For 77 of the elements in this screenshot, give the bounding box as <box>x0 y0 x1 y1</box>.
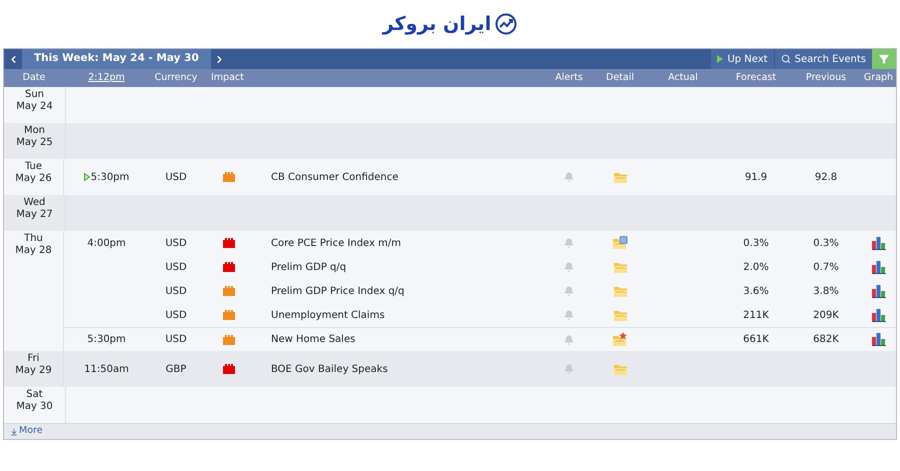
date-cell-text: Thu May 28 <box>15 233 52 258</box>
event-name[interactable]: New Home Sales <box>253 332 543 347</box>
column-heading: Actual <box>667 70 699 85</box>
column-heading: Previous <box>804 70 848 85</box>
date-cell-text: Tue May 26 <box>15 161 52 186</box>
previous-cell-text: 3.8% <box>812 284 840 298</box>
currency-cell-text: USD <box>164 260 188 274</box>
folder-star-icon[interactable] <box>612 332 628 347</box>
play-icon <box>717 55 724 63</box>
event-name[interactable]: Prelim GDP q/q <box>253 260 543 274</box>
currency-cell-text: GBP <box>164 362 188 376</box>
column-heading: Alerts <box>554 70 584 85</box>
search-icon <box>780 54 791 64</box>
bar-chart-icon[interactable] <box>872 260 886 274</box>
column-heading: Currency <box>154 70 198 85</box>
currency-cell-text: USD <box>164 236 188 250</box>
filter-button[interactable] <box>872 49 896 69</box>
up-next-button[interactable]: Up Next <box>711 49 774 69</box>
event-name[interactable]: BOE Gov Bailey Speaks <box>253 362 543 376</box>
folder-document-icon[interactable] <box>612 236 628 250</box>
event-name[interactable]: Unemployment Claims <box>253 308 543 322</box>
folder-icon[interactable] <box>612 284 628 298</box>
forecast-cell-text: 91.9 <box>744 170 768 184</box>
currency-cell-text: USD <box>164 170 188 184</box>
bell-icon[interactable] <box>564 310 574 320</box>
previous-cell-text: 682K <box>812 333 840 347</box>
bar-chart-icon[interactable] <box>872 308 886 322</box>
forecast-cell-text: 3.6% <box>742 284 770 298</box>
column-heading: Graph <box>862 70 894 85</box>
event-name[interactable]: Prelim GDP Price Index q/q <box>253 284 543 298</box>
time-cell-text: 5:30pm <box>90 170 130 184</box>
time-cell-text: 5:30pm <box>87 333 126 347</box>
bell-icon[interactable] <box>564 364 574 374</box>
forecast-cell-text: 0.3% <box>742 236 770 250</box>
bell-icon[interactable] <box>564 286 574 296</box>
more-link[interactable]: More <box>10 424 43 439</box>
bar-chart-icon[interactable] <box>872 333 886 346</box>
filter-icon <box>879 54 889 64</box>
currency-cell-text: USD <box>164 333 188 347</box>
previous-cell-text: 209K <box>812 308 840 322</box>
growth-chart-icon <box>495 13 518 35</box>
current-time-link[interactable]: 2:12pm <box>64 70 149 86</box>
bell-icon[interactable] <box>564 334 574 344</box>
date-cell-text: Wed May 27 <box>16 197 53 222</box>
forecast-cell-text: 661K <box>742 333 770 347</box>
column-heading: Forecast <box>734 70 778 85</box>
logo-text: ایران بروکر <box>382 12 492 37</box>
column-heading: Date <box>22 70 46 85</box>
forecast-cell-text: 2.0% <box>742 260 770 274</box>
date-cell-text: Mon May 25 <box>16 125 53 150</box>
folder-icon[interactable] <box>612 260 628 274</box>
time-cell-text: 4:00pm <box>87 236 126 250</box>
bar-chart-icon[interactable] <box>872 236 886 250</box>
folder-icon[interactable] <box>612 308 628 322</box>
date-cell-text: Sun May 24 <box>16 89 53 114</box>
bell-icon[interactable] <box>564 238 574 248</box>
bell-icon[interactable] <box>564 262 574 272</box>
currency-cell-text: USD <box>164 284 188 298</box>
date-cell-text: Sat May 30 <box>16 389 53 414</box>
column-heading: Detail <box>605 70 635 85</box>
search-events-button[interactable]: Search Events <box>774 49 872 69</box>
currency-cell-text: USD <box>164 308 188 322</box>
column-heading: Impact <box>210 70 245 85</box>
previous-cell-text: 0.7% <box>812 260 840 274</box>
event-name[interactable]: CB Consumer Confidence <box>253 170 543 184</box>
date-cell-text: Fri May 29 <box>15 353 52 378</box>
time-cell-text: 11:50am <box>84 362 129 376</box>
forecast-cell-text: 211K <box>742 308 770 322</box>
bell-icon[interactable] <box>564 172 574 182</box>
previous-cell-text: 0.3% <box>812 236 840 250</box>
week-selector[interactable]: This Week: May 24 - May 30 <box>22 49 211 69</box>
download-arrow-icon <box>10 428 18 436</box>
folder-icon[interactable] <box>612 362 628 376</box>
folder-icon[interactable] <box>612 170 628 184</box>
previous-cell-text: 92.8 <box>814 170 838 184</box>
bar-chart-icon[interactable] <box>872 284 886 298</box>
event-name[interactable]: Core PCE Price Index m/m <box>253 236 543 250</box>
